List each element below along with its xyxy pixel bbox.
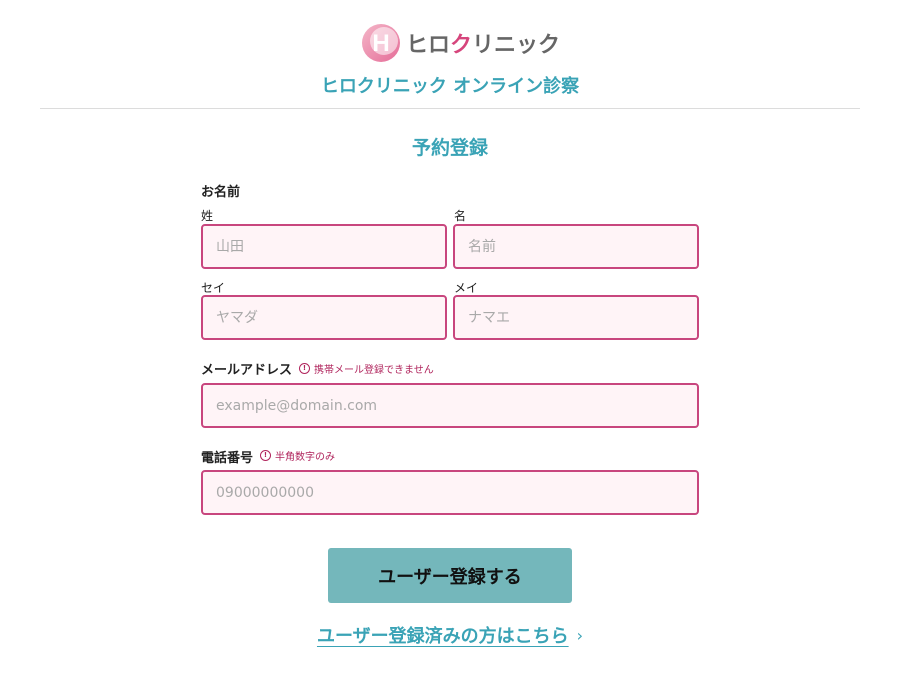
last-name-kana-label: セイ <box>201 281 226 295</box>
chevron-right-icon[interactable]: › <box>577 626 583 645</box>
phone-label: 電話番号 <box>201 451 254 466</box>
last-name-label: 姓 <box>201 209 214 223</box>
header-divider <box>40 108 860 109</box>
phone-note: ! 半角数字のみ <box>260 448 335 463</box>
header: H ヒロクリニック ヒロクリニック オンライン診察 <box>0 0 900 110</box>
clinic-logo[interactable]: H ヒロクリニック <box>360 22 560 64</box>
email-note: ! 携帯メール登録できません <box>299 361 434 376</box>
logo-text: ヒロクリニック <box>406 27 560 59</box>
login-link-row: ユーザー登録済みの方はこちら › <box>0 622 900 648</box>
site-title: ヒロクリニック オンライン診察 <box>320 76 580 97</box>
email-label: メールアドレス <box>201 363 293 378</box>
last-name-input[interactable] <box>201 224 447 269</box>
phone-input[interactable] <box>201 470 699 515</box>
first-name-input[interactable] <box>453 224 699 269</box>
registered-user-link[interactable]: ユーザー登録済みの方はこちら <box>317 626 569 647</box>
email-input[interactable] <box>201 383 699 428</box>
page-title: 予約登録 <box>411 137 488 159</box>
svg-text:H: H <box>372 30 389 57</box>
phone-note-text: 半角数字のみ <box>275 452 335 463</box>
logo-text-suffix: リニック <box>472 33 561 58</box>
logo-text-prefix: ヒロ <box>406 33 451 58</box>
name-label: お名前 <box>201 185 241 200</box>
last-name-kana-input[interactable] <box>201 295 447 340</box>
first-name-kana-label: メイ <box>454 281 479 295</box>
info-circle-icon: ! <box>260 450 271 461</box>
register-user-button[interactable]: ユーザー登録する <box>328 548 572 603</box>
logo-text-accent: ク <box>450 33 473 58</box>
info-circle-icon: ! <box>299 363 310 374</box>
h-logo-icon: H <box>362 24 400 62</box>
first-name-kana-input[interactable] <box>453 295 699 340</box>
email-note-text: 携帯メール登録できません <box>314 365 434 376</box>
first-name-label: 名 <box>454 209 467 223</box>
